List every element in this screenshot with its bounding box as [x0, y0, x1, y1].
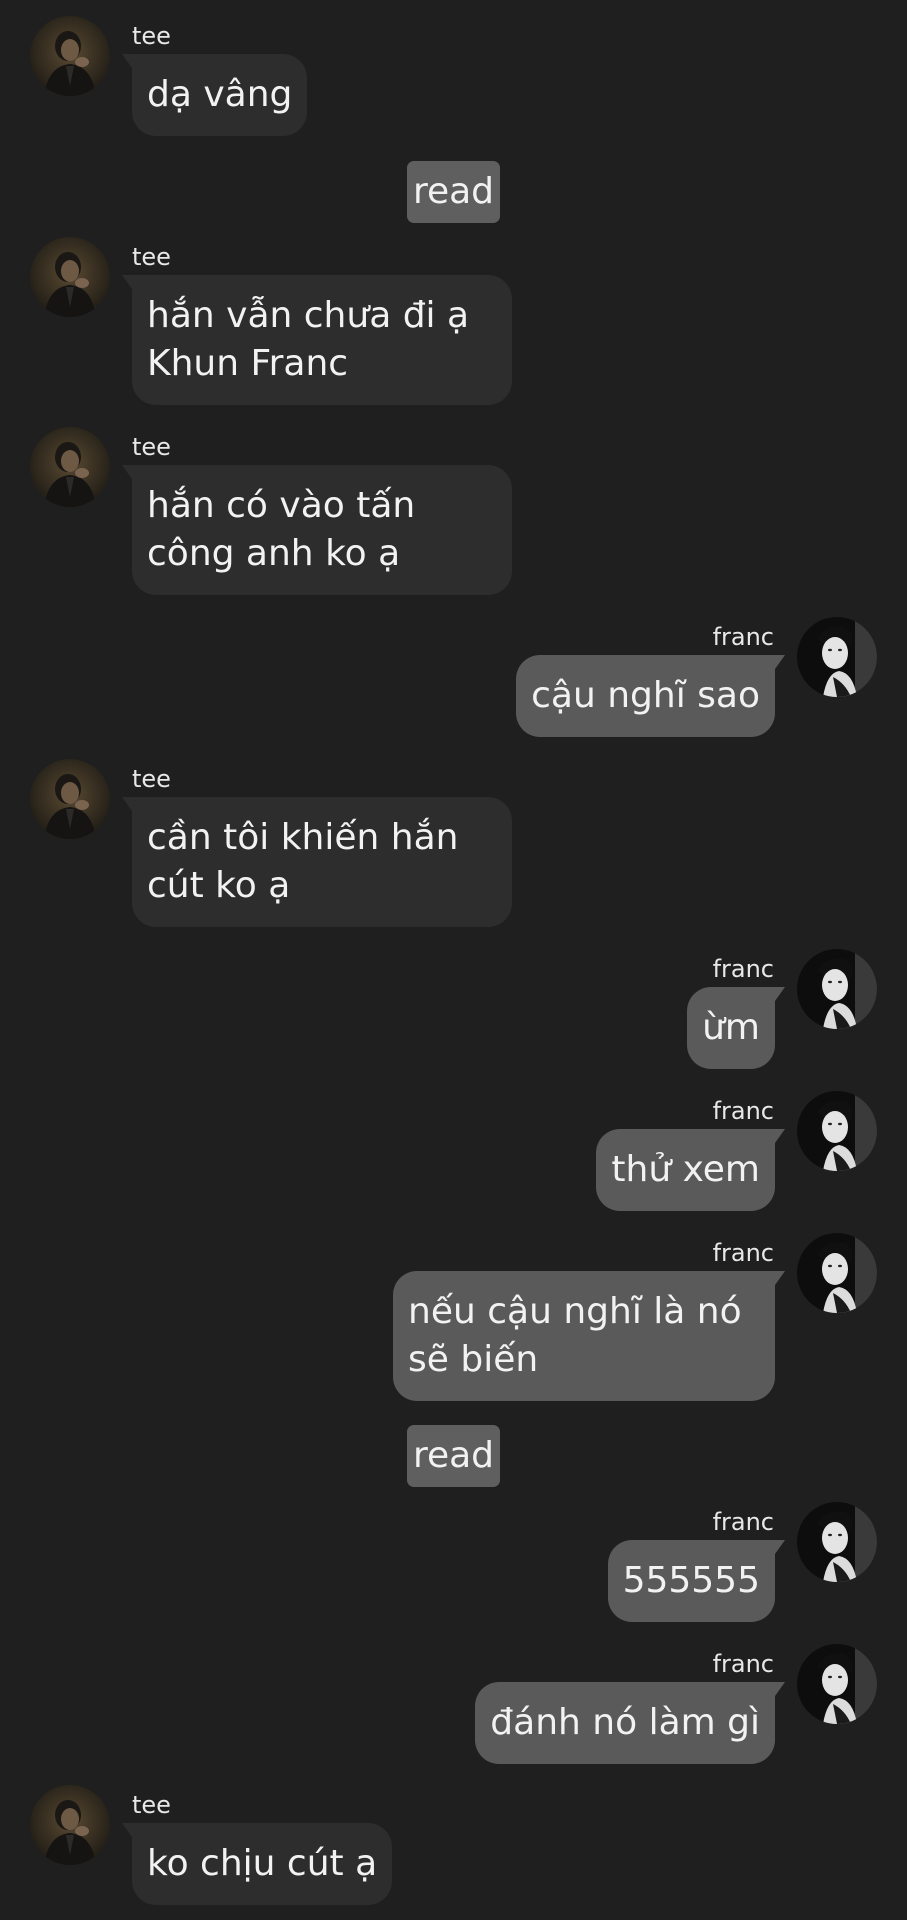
message-bubble[interactable]: đánh nó làm gì — [475, 1682, 785, 1764]
tee-avatar-icon[interactable] — [30, 427, 110, 507]
message-row: tee ko chịu cút ạ — [0, 1785, 907, 1905]
message-row: tee dạ vâng — [0, 16, 907, 136]
message-row: franc thử xem — [0, 1091, 907, 1211]
sender-name: tee — [132, 243, 171, 271]
message-row: tee cần tôi khiến hắn cút ko ạ — [0, 759, 907, 929]
tee-avatar-icon[interactable] — [30, 1785, 110, 1865]
read-receipt: read — [407, 161, 500, 223]
sender-name: franc — [712, 1508, 774, 1536]
message-bubble[interactable]: ừm — [687, 987, 785, 1069]
message-bubble[interactable]: hắn có vào tấn công anh ko ạ — [122, 465, 512, 595]
message-row: tee hắn vẫn chưa đi ạ Khun Franc — [0, 237, 907, 407]
franc-avatar-icon[interactable] — [797, 1502, 877, 1582]
message-row: franc đánh nó làm gì — [0, 1644, 907, 1764]
tee-avatar-icon[interactable] — [30, 237, 110, 317]
franc-avatar-icon[interactable] — [797, 1233, 877, 1313]
message-row: franc 555555 — [0, 1502, 907, 1622]
message-bubble[interactable]: dạ vâng — [121, 54, 308, 136]
tee-avatar-icon[interactable] — [30, 759, 110, 839]
sender-name: tee — [132, 1791, 171, 1819]
message-bubble[interactable]: cần tôi khiến hắn cút ko ạ — [122, 797, 512, 927]
message-row: tee hắn có vào tấn công anh ko ạ — [0, 427, 907, 597]
chat-log[interactable]: tee dạ vâng read tee hắn vẫn chưa đi ạ K… — [0, 0, 907, 1920]
tee-avatar-icon[interactable] — [30, 16, 110, 96]
message-row: franc cậu nghĩ sao — [0, 617, 907, 737]
read-receipt: read — [407, 1425, 500, 1487]
message-bubble[interactable]: nếu cậu nghĩ là nó sẽ biến — [393, 1271, 785, 1401]
sender-name: franc — [712, 955, 774, 983]
sender-name: tee — [132, 433, 171, 461]
sender-name: tee — [132, 22, 171, 50]
message-bubble[interactable]: ko chịu cút ạ — [121, 1823, 393, 1905]
message-bubble[interactable]: 555555 — [607, 1540, 786, 1622]
sender-name: tee — [132, 765, 171, 793]
sender-name: franc — [712, 1650, 774, 1678]
franc-avatar-icon[interactable] — [797, 617, 877, 697]
message-row: franc ừm — [0, 949, 907, 1069]
message-bubble[interactable]: hắn vẫn chưa đi ạ Khun Franc — [122, 275, 512, 405]
franc-avatar-icon[interactable] — [797, 1091, 877, 1171]
sender-name: franc — [712, 1239, 774, 1267]
message-bubble[interactable]: thử xem — [596, 1129, 785, 1211]
message-bubble[interactable]: cậu nghĩ sao — [516, 655, 785, 737]
franc-avatar-icon[interactable] — [797, 1644, 877, 1724]
franc-avatar-icon[interactable] — [797, 949, 877, 1029]
message-row: franc nếu cậu nghĩ là nó sẽ biến — [0, 1233, 907, 1403]
sender-name: franc — [712, 1097, 774, 1125]
sender-name: franc — [712, 623, 774, 651]
